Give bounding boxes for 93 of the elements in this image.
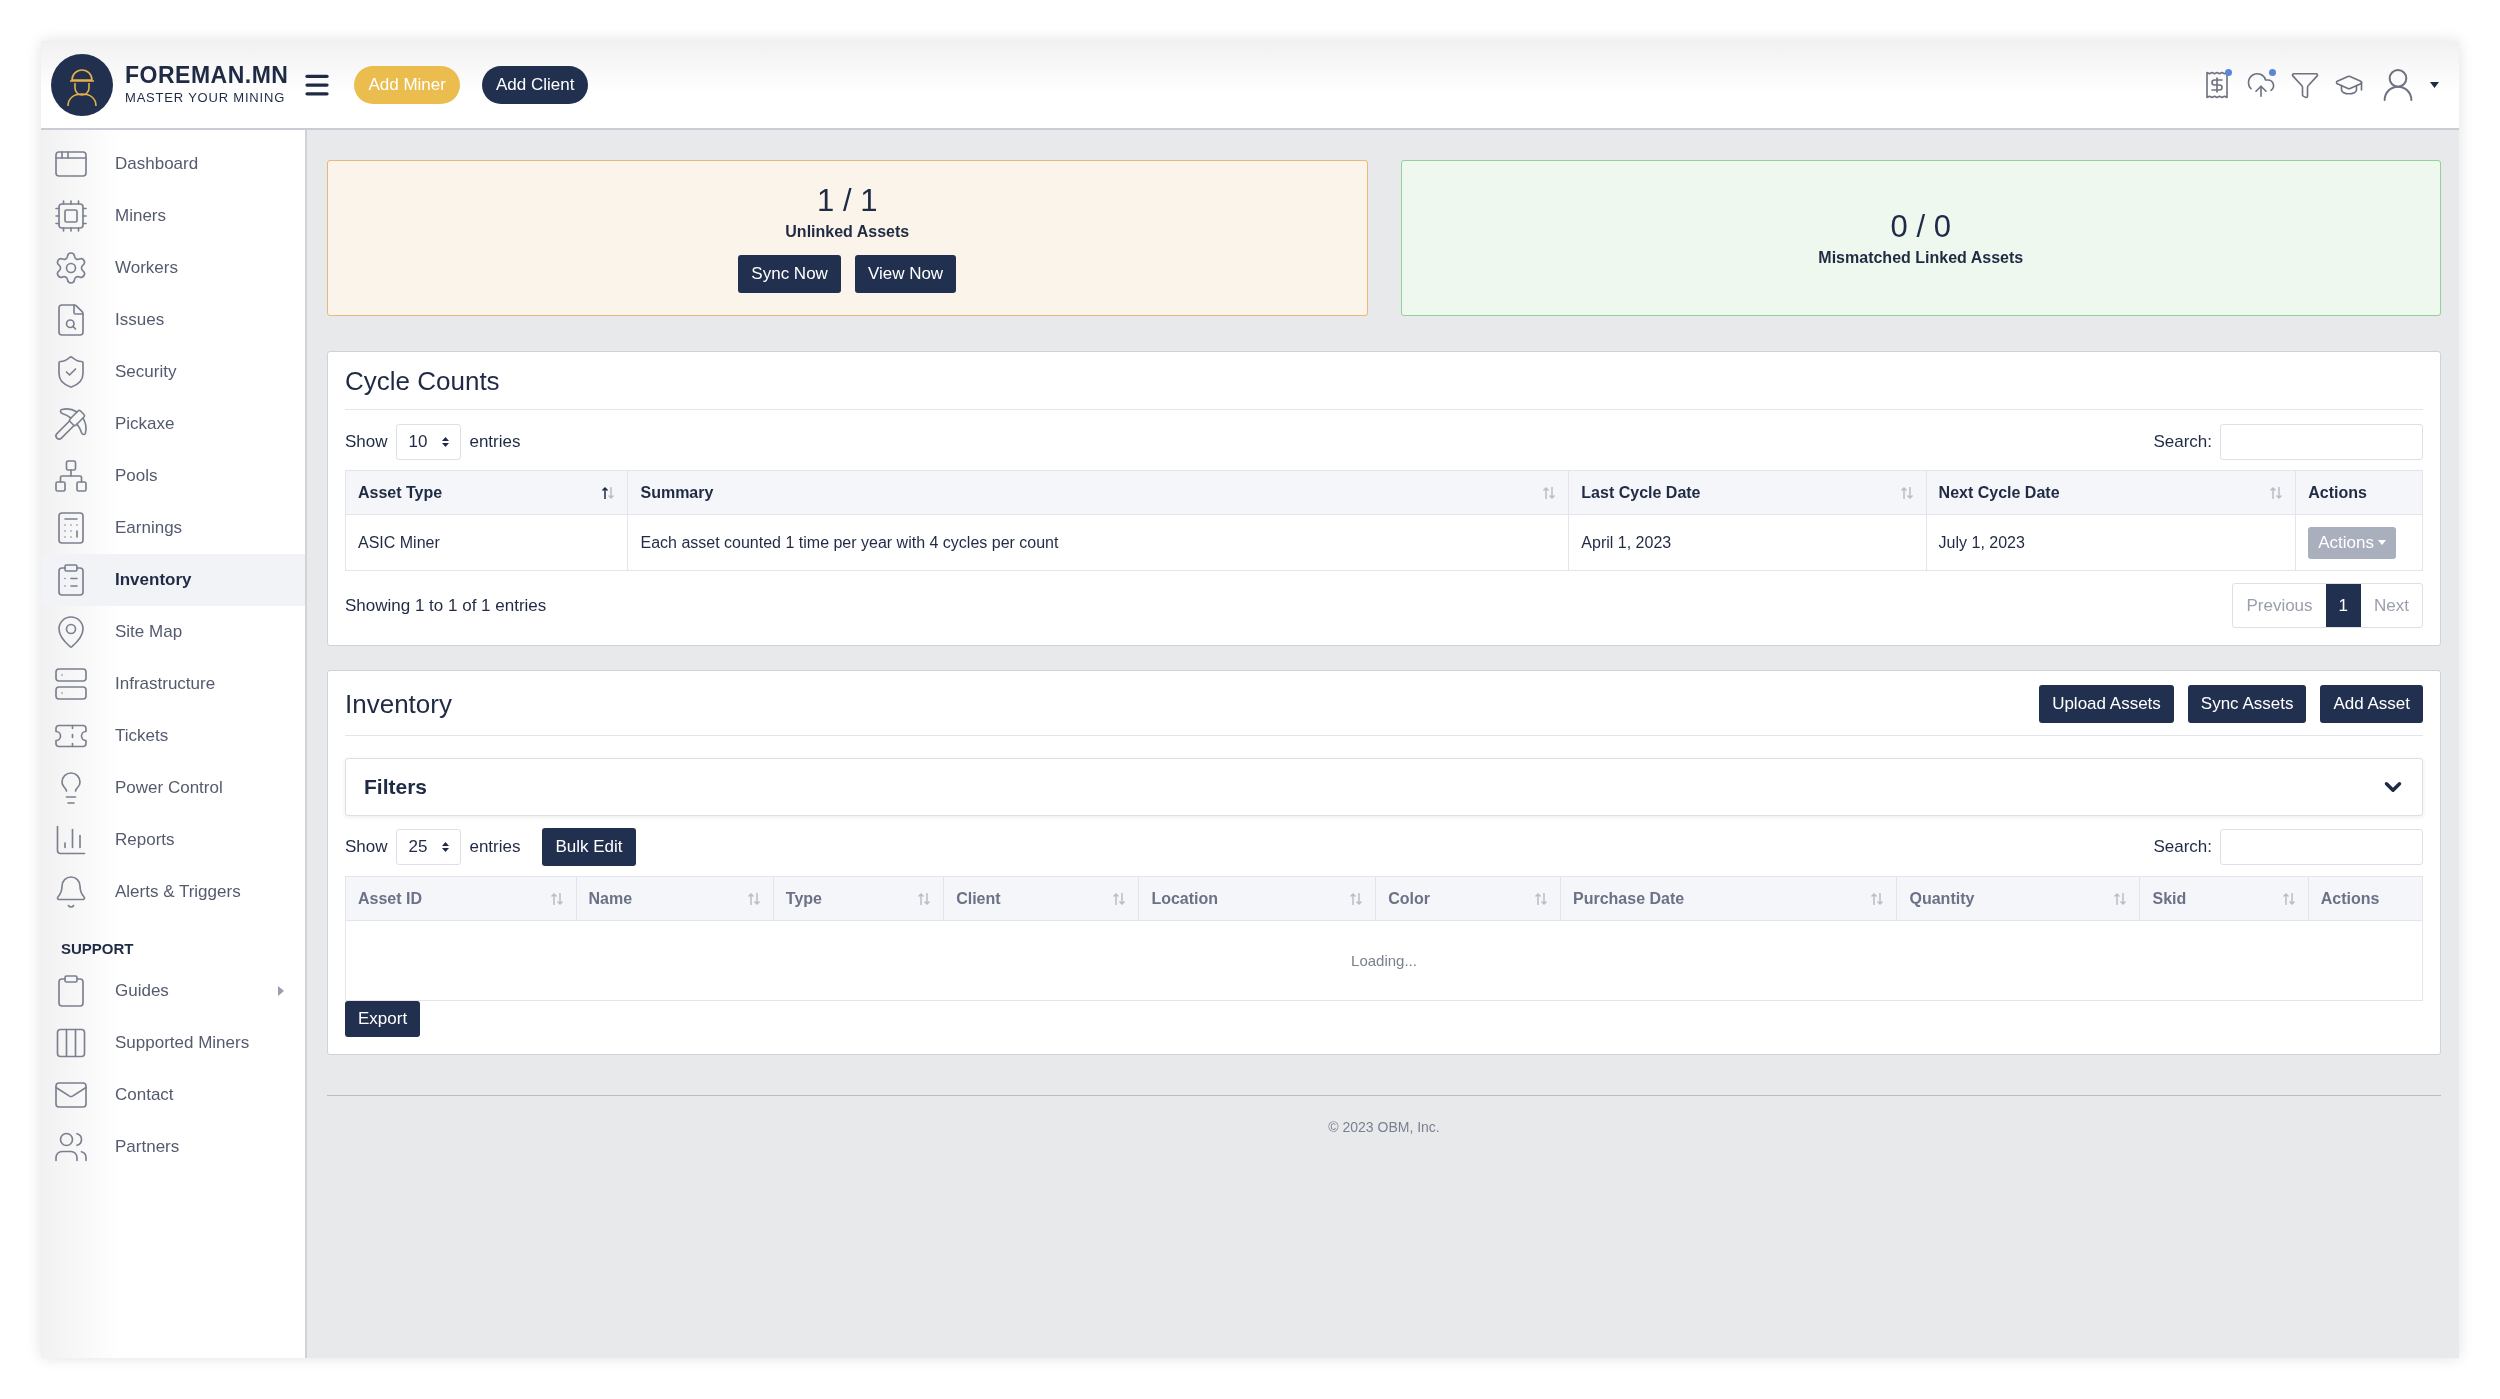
card-value: 0 / 0 [1890, 209, 1951, 245]
toolbar-button[interactable]: Add Asset [2320, 685, 2423, 723]
sort-arrows-icon [1870, 891, 1885, 906]
search-field[interactable] [2220, 424, 2423, 460]
filters-toggle[interactable]: Filters [345, 758, 2423, 816]
sidebar-item[interactable]: Supported Miners [41, 1017, 305, 1069]
column-header[interactable]: Name [576, 876, 774, 921]
card-label: Unlinked Assets [785, 223, 910, 241]
table-cell: July 1, 2023 [1926, 514, 2296, 571]
entries-label: entries [469, 432, 521, 452]
sidebar-item[interactable]: Pickaxe [41, 398, 305, 450]
sort-arrows-icon [2113, 891, 2128, 906]
sort-arrows-icon [2281, 891, 2296, 906]
sort-arrows-icon [549, 891, 564, 906]
column-header[interactable]: Next Cycle Date [1926, 470, 2296, 515]
page-link[interactable]: 1 [2325, 584, 2362, 627]
sort-arrows-icon [1112, 891, 1127, 906]
sidebar-item[interactable]: Alerts & Triggers [41, 866, 305, 918]
column-header[interactable]: Location [1138, 876, 1376, 921]
up-down-arrows-icon [441, 436, 451, 448]
column-header[interactable]: Client [943, 876, 1139, 921]
bulk-edit-button[interactable]: Bulk Edit [542, 828, 636, 866]
entries-label: entries [469, 837, 521, 857]
card-label: Mismatched Linked Assets [1818, 249, 2024, 267]
column-header: Actions [2308, 876, 2423, 921]
view-now-button[interactable]: View Now [854, 255, 957, 293]
network-icon [53, 458, 89, 494]
panel-title: Inventory [345, 688, 452, 720]
chip-icon [53, 198, 89, 234]
sort-arrows-icon [601, 485, 616, 500]
sort-arrows-icon [1349, 891, 1364, 906]
caret-icon [2378, 540, 2387, 545]
sidebar-item[interactable]: Guides [41, 965, 305, 1017]
sort-arrows-icon [1534, 891, 1548, 906]
sidebar-item[interactable]: Workers [41, 242, 305, 294]
sync-now-button[interactable]: Sync Now [738, 255, 841, 293]
page-size-select[interactable]: 10 [395, 424, 462, 460]
show-label: Show [345, 837, 388, 857]
sidebar-item[interactable]: Miners [41, 190, 305, 242]
sort-arrows-icon [917, 891, 932, 906]
sidebar-item[interactable]: Security [41, 346, 305, 398]
export-button[interactable]: Export [345, 1001, 421, 1037]
copyright-text: © 2023 OBM, Inc. [1328, 1119, 1440, 1135]
sort-arrows-icon [2269, 485, 2284, 500]
toolbar-button[interactable]: Sync Assets [2187, 685, 2307, 723]
page-size-select[interactable]: 25 [395, 829, 462, 865]
sidebar-item[interactable]: Reports [41, 814, 305, 866]
table-cell: ASIC Miner [345, 514, 628, 571]
column-header[interactable]: Skid [2140, 876, 2309, 921]
sidebar-item[interactable]: Infrastructure [41, 658, 305, 710]
caret-icon [277, 986, 285, 996]
sidebar-item[interactable]: Earnings [41, 502, 305, 554]
logo-tagline: MASTER YOUR MINING [125, 90, 287, 105]
column-header: Actions [2295, 470, 2423, 515]
add-client-button[interactable]: Add Client [481, 65, 589, 104]
sidebar-item[interactable]: Site Map [41, 606, 305, 658]
sidebar-item[interactable]: Power Control [41, 762, 305, 814]
column-header[interactable]: Purchase Date [1560, 876, 1897, 921]
table-info: Showing 1 to 1 of 1 entries [345, 595, 547, 616]
up-down-arrows-icon [441, 841, 451, 853]
server-icon [53, 666, 89, 702]
sidebar-item[interactable]: Tickets [41, 710, 305, 762]
sidebar-item[interactable]: Pools [41, 450, 305, 502]
panel-title: Cycle Counts [345, 366, 500, 397]
sidebar-item[interactable]: Inventory [41, 554, 305, 606]
sort-arrows-icon [1899, 485, 1914, 500]
logo-title: FOREMAN.MN [125, 64, 289, 87]
search-label: Search: [2153, 837, 2212, 857]
section-heading: SUPPORT [60, 939, 135, 959]
card-value: 1 / 1 [817, 183, 878, 219]
logo-icon [51, 53, 113, 116]
sort-arrows-icon [1542, 485, 1557, 500]
caret-icon[interactable] [2430, 81, 2439, 88]
pickaxe-icon [53, 406, 89, 442]
column-header[interactable]: Summary [627, 470, 1569, 515]
table-cell: Each asset counted 1 time per year with 4 cycles per count [627, 514, 1569, 571]
search-label: Search: [2153, 432, 2212, 452]
sort-arrows-icon [746, 891, 761, 906]
sidebar-item[interactable]: Partners [41, 1121, 305, 1173]
toolbar-button[interactable]: Upload Assets [2039, 685, 2174, 723]
table-cell: April 1, 2023 [1568, 514, 1927, 571]
sidebar-item[interactable]: Contact [41, 1069, 305, 1121]
column-header[interactable]: Asset ID [345, 876, 577, 921]
column-header[interactable]: Color [1375, 876, 1561, 921]
sidebar-item[interactable]: Dashboard [41, 138, 305, 190]
column-header[interactable]: Quantity [1897, 876, 2140, 921]
show-label: Show [345, 432, 388, 452]
column-header[interactable]: Last Cycle Date [1568, 470, 1927, 515]
sidebar-item[interactable]: Issues [41, 294, 305, 346]
column-header[interactable]: Type [773, 876, 944, 921]
loading-message: Loading... [345, 920, 2423, 1001]
column-header[interactable]: Asset Type [345, 470, 628, 515]
search-field[interactable] [2220, 829, 2423, 865]
